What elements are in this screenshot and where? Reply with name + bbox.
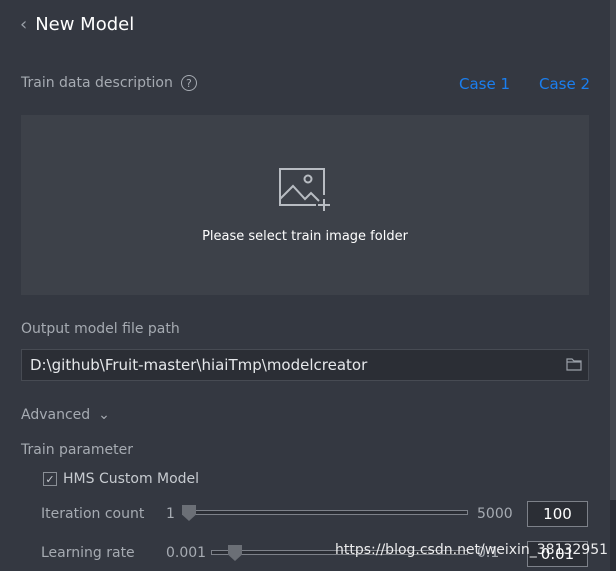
folder-icon[interactable] [566,358,582,371]
iteration-max: 5000 [477,506,513,522]
hms-custom-model-checkbox[interactable]: ✓ HMS Custom Model [43,471,199,487]
train-data-label: Train data description ? [21,75,197,91]
output-path-value: D:\github\Fruit-master\hiaiTmp\modelcrea… [30,356,368,374]
advanced-toggle[interactable]: Advanced ⌄ [21,407,110,423]
chevron-down-icon: ⌄ [98,407,110,423]
iteration-label: Iteration count [41,506,145,522]
iteration-slider[interactable] [182,510,468,515]
chevron-left-icon[interactable]: ‹ [20,14,27,35]
output-path-input[interactable]: D:\github\Fruit-master\hiaiTmp\modelcrea… [21,349,589,381]
header: ‹ New Model [20,14,134,35]
checkbox-check-icon: ✓ [43,472,57,486]
image-folder-dropzone[interactable]: Please select train image folder [21,115,589,295]
iteration-input[interactable]: 100 [527,501,588,527]
page-title: New Model [35,14,135,35]
hms-label: HMS Custom Model [63,471,200,487]
question-circle-icon[interactable]: ? [180,75,197,91]
learning-rate-min: 0.001 [166,545,207,561]
scrollbar-thumb[interactable] [610,0,616,500]
iteration-slider-thumb[interactable] [182,505,196,521]
watermark: https://blog.csdn.net/weixin_38132951 [335,542,609,558]
learning-rate-label: Learning rate [41,545,135,561]
case-2-link[interactable]: Case 2 [539,75,590,93]
case-1-link[interactable]: Case 1 [459,75,510,93]
advanced-label: Advanced [21,407,91,423]
dropzone-text: Please select train image folder [202,229,408,244]
learning-rate-slider-thumb[interactable] [228,545,242,561]
output-path-label: Output model file path [21,321,180,337]
image-add-icon [279,168,330,211]
train-parameter-label: Train parameter [21,442,133,458]
train-data-description: Train data description [21,75,173,91]
iteration-min: 1 [166,506,175,522]
